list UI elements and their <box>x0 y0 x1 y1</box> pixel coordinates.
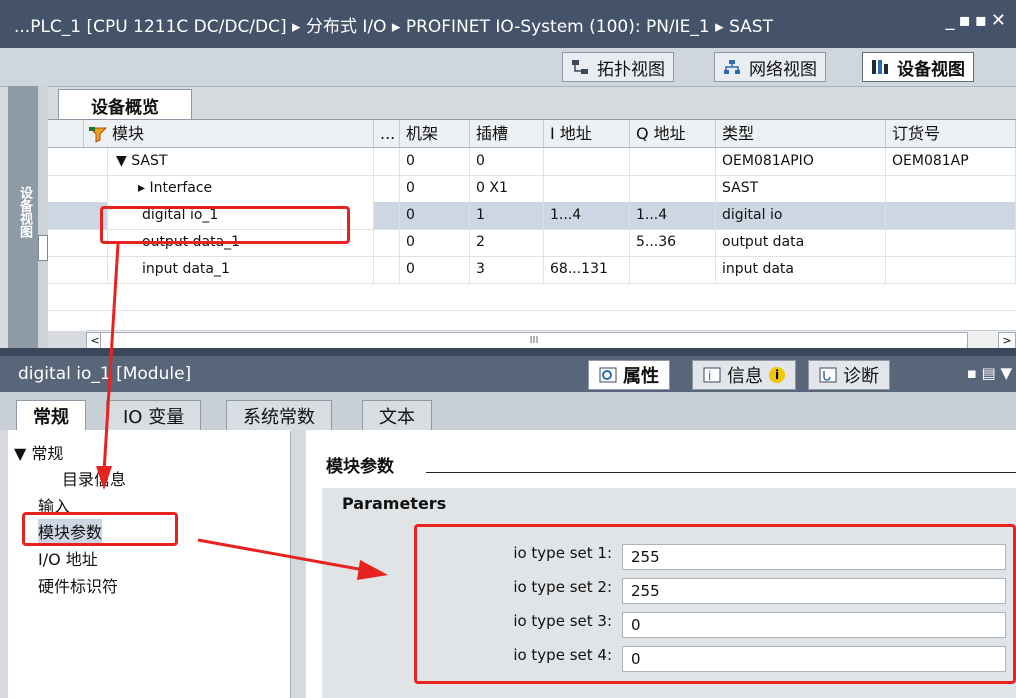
annotation-arrows <box>96 243 388 580</box>
arrow-right-annotation <box>197 538 388 580</box>
arrow-down-annotation <box>96 243 120 490</box>
